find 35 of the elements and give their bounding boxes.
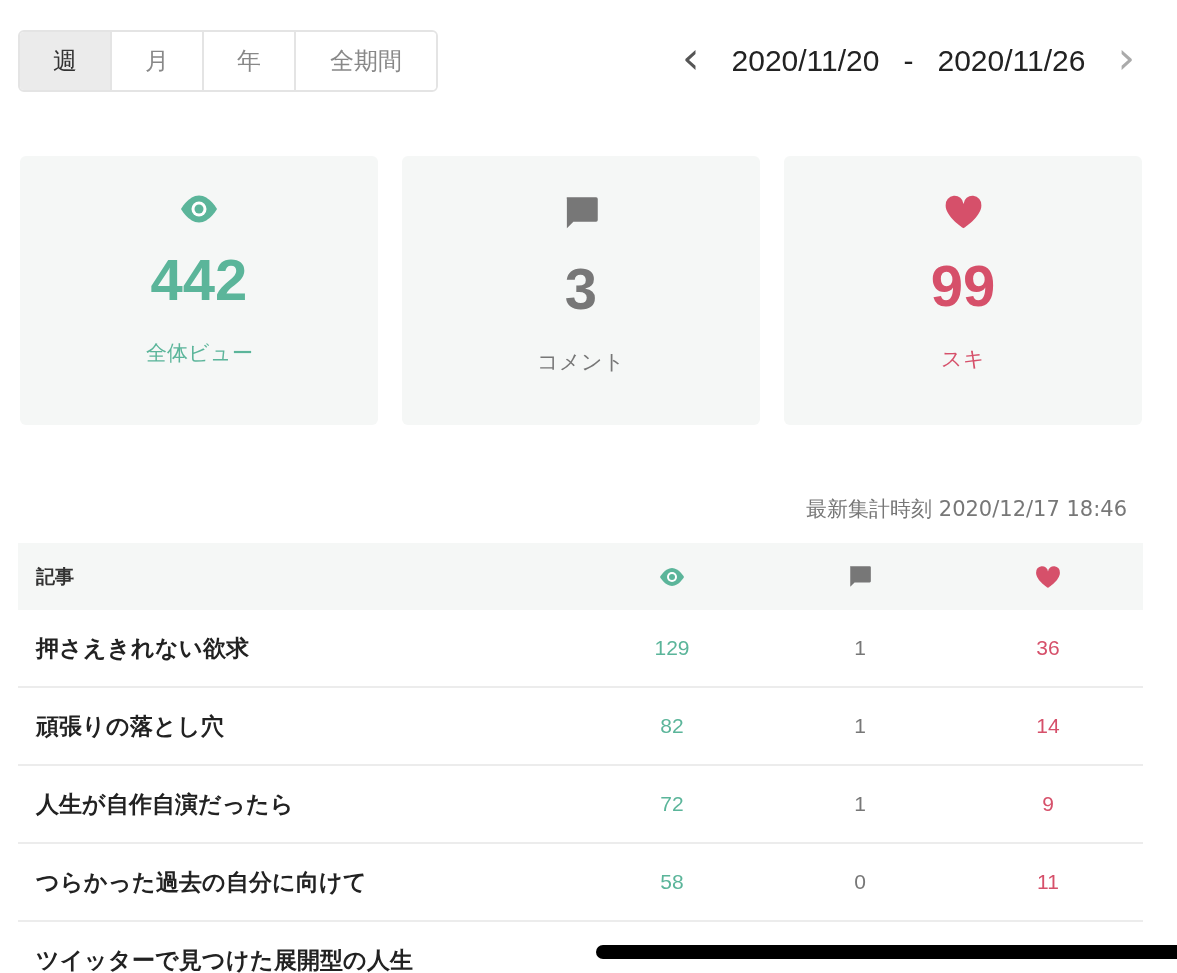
count-cell: 72 xyxy=(660,792,684,816)
article-title[interactable]: 押さえきれない欲求 xyxy=(18,632,578,664)
date-separator: - xyxy=(903,44,914,78)
count-cell: 36 xyxy=(1036,636,1060,660)
stat-label: コメント xyxy=(537,349,625,376)
period-tab[interactable]: 全期間 xyxy=(294,32,436,90)
article-title[interactable]: 人生が自作自演だったら xyxy=(18,788,578,820)
count-cell: 1 xyxy=(854,636,866,660)
count-cell: 129 xyxy=(654,636,690,660)
previous-button[interactable]: ‹ xyxy=(673,36,708,86)
stat-value: 99 xyxy=(930,252,996,319)
stat-value: 3 xyxy=(564,255,598,322)
count-cell: 58 xyxy=(660,870,684,894)
heart-icon xyxy=(943,194,983,230)
end-date: 2020/11/26 xyxy=(937,44,1086,78)
count-cell: 11 xyxy=(1037,870,1059,894)
stat-label: 全体ビュー xyxy=(145,340,253,367)
count-cell: 14 xyxy=(1036,714,1060,738)
article-title[interactable]: ツイッターで見つけた展開型の人生 xyxy=(18,944,578,973)
eye-icon xyxy=(178,194,220,224)
count-cell: 0 xyxy=(854,870,866,894)
start-date: 2020/11/20 xyxy=(731,44,880,78)
column-header: 記事 xyxy=(35,563,75,589)
count-cell: 1 xyxy=(854,714,866,738)
stat-label: スキ xyxy=(941,346,985,373)
count-cell: 1 xyxy=(854,792,866,816)
eye-icon xyxy=(658,566,686,587)
stat-value: 442 xyxy=(150,246,248,313)
article-title[interactable]: 頑張りの落とし穴 xyxy=(18,710,578,742)
heart-icon xyxy=(1035,564,1061,589)
count-cell: 82 xyxy=(660,714,684,738)
updated-time: 最新集計時刻 2020/12/17 18:46 xyxy=(806,497,1127,521)
count-cell: 9 xyxy=(1042,792,1054,816)
article-title[interactable]: つらかった過去の自分に向けて xyxy=(18,866,578,898)
period-tab[interactable]: 週 xyxy=(20,32,110,90)
